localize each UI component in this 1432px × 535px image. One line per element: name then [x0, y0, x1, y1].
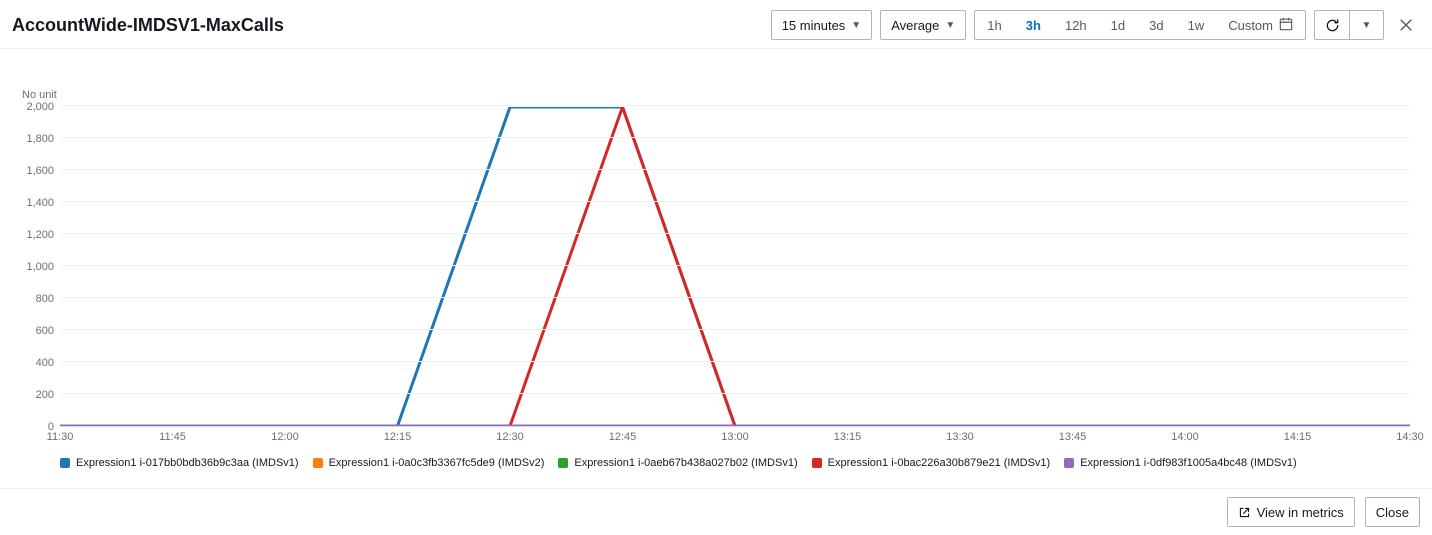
legend-label: Expression1 i-0a0c3fb3367fc5de9 (IMDSv2) — [329, 457, 545, 469]
x-tick: 13:00 — [721, 431, 749, 443]
legend-swatch — [60, 458, 70, 468]
series-line — [60, 107, 1410, 426]
time-range-12h[interactable]: 12h — [1053, 11, 1099, 39]
statistic-dropdown[interactable]: Average ▼ — [880, 10, 966, 40]
y-tick: 400 — [36, 357, 54, 369]
x-tick: 12:30 — [496, 431, 524, 443]
y-tick: 2,000 — [26, 101, 54, 113]
grid-line — [60, 105, 1410, 106]
close-footer-label: Close — [1376, 505, 1409, 520]
legend-item[interactable]: Expression1 i-0bac226a30b879e21 (IMDSv1) — [812, 457, 1051, 469]
time-range-custom[interactable]: Custom — [1216, 11, 1305, 39]
refresh-icon — [1325, 18, 1340, 33]
x-tick: 14:30 — [1396, 431, 1424, 443]
grid-line — [60, 393, 1410, 394]
view-in-metrics-button[interactable]: View in metrics — [1227, 497, 1355, 527]
close-icon — [1399, 18, 1413, 32]
legend-item[interactable]: Expression1 i-017bb0bdb36b9c3aa (IMDSv1) — [60, 457, 299, 469]
x-tick: 12:00 — [271, 431, 299, 443]
footer: View in metrics Close — [0, 488, 1432, 535]
time-range-group: 1h 3h 12h 1d 3d 1w Custom — [974, 10, 1306, 40]
period-label: 15 minutes — [782, 18, 846, 33]
legend-item[interactable]: Expression1 i-0df983f1005a4bc48 (IMDSv1) — [1064, 457, 1296, 469]
legend-label: Expression1 i-017bb0bdb36b9c3aa (IMDSv1) — [76, 457, 299, 469]
time-range-3h[interactable]: 3h — [1014, 11, 1053, 39]
grid-line — [60, 297, 1410, 298]
close-footer-button[interactable]: Close — [1365, 497, 1420, 527]
grid-line — [60, 265, 1410, 266]
view-in-metrics-label: View in metrics — [1257, 505, 1344, 520]
refresh-button[interactable] — [1315, 11, 1349, 39]
plot-area[interactable] — [60, 107, 1410, 427]
close-button[interactable] — [1392, 11, 1420, 39]
y-tick: 200 — [36, 389, 54, 401]
period-dropdown[interactable]: 15 minutes ▼ — [771, 10, 873, 40]
x-tick: 14:00 — [1171, 431, 1199, 443]
y-tick: 1,800 — [26, 133, 54, 145]
grid-line — [60, 361, 1410, 362]
x-tick: 11:30 — [47, 431, 74, 443]
time-range-3d[interactable]: 3d — [1137, 11, 1175, 39]
legend-swatch — [558, 458, 568, 468]
caret-down-icon: ▼ — [851, 20, 861, 31]
y-tick: 1,000 — [26, 261, 54, 273]
external-link-icon — [1238, 506, 1251, 519]
x-tick: 13:30 — [946, 431, 974, 443]
time-range-1d[interactable]: 1d — [1099, 11, 1137, 39]
legend-item[interactable]: Expression1 i-0a0c3fb3367fc5de9 (IMDSv2) — [313, 457, 545, 469]
legend-swatch — [1064, 458, 1074, 468]
y-tick: 1,200 — [26, 229, 54, 241]
refresh-group: ▼ — [1314, 10, 1384, 40]
caret-down-icon: ▼ — [945, 20, 955, 31]
legend-label: Expression1 i-0bac226a30b879e21 (IMDSv1) — [828, 457, 1051, 469]
statistic-label: Average — [891, 18, 939, 33]
x-tick: 12:45 — [609, 431, 637, 443]
chart-area: 02004006008001,0001,2001,4001,6001,8002,… — [22, 107, 1410, 427]
x-axis: 11:3011:4512:0012:1512:3012:4513:0013:15… — [60, 431, 1410, 449]
x-tick: 13:45 — [1059, 431, 1087, 443]
y-axis-label: No unit — [22, 89, 1410, 101]
refresh-options-button[interactable]: ▼ — [1349, 11, 1383, 39]
legend: Expression1 i-017bb0bdb36b9c3aa (IMDSv1)… — [60, 457, 1410, 469]
legend-label: Expression1 i-0df983f1005a4bc48 (IMDSv1) — [1080, 457, 1296, 469]
calendar-icon — [1279, 17, 1293, 34]
chart-lines — [60, 107, 1410, 426]
y-tick: 600 — [36, 325, 54, 337]
x-tick: 12:15 — [384, 431, 412, 443]
x-tick: 13:15 — [834, 431, 862, 443]
page-title: AccountWide-IMDSV1-MaxCalls — [12, 15, 763, 36]
grid-line — [60, 169, 1410, 170]
y-tick: 1,400 — [26, 197, 54, 209]
legend-item[interactable]: Expression1 i-0aeb67b438a027b02 (IMDSv1) — [558, 457, 797, 469]
chart-container: No unit 02004006008001,0001,2001,4001,60… — [0, 49, 1432, 469]
chart-header: AccountWide-IMDSV1-MaxCalls 15 minutes ▼… — [0, 0, 1432, 49]
caret-down-icon: ▼ — [1362, 20, 1372, 31]
y-tick: 800 — [36, 293, 54, 305]
legend-label: Expression1 i-0aeb67b438a027b02 (IMDSv1) — [574, 457, 797, 469]
y-axis: 02004006008001,0001,2001,4001,6001,8002,… — [22, 107, 60, 427]
grid-line — [60, 233, 1410, 234]
grid-line — [60, 137, 1410, 138]
grid-line — [60, 201, 1410, 202]
x-tick: 14:15 — [1284, 431, 1312, 443]
grid-line — [60, 329, 1410, 330]
time-range-1w[interactable]: 1w — [1176, 11, 1217, 39]
time-range-custom-label: Custom — [1228, 18, 1273, 33]
y-tick: 1,600 — [26, 165, 54, 177]
x-tick: 11:45 — [159, 431, 186, 443]
legend-swatch — [313, 458, 323, 468]
legend-swatch — [812, 458, 822, 468]
time-range-1h[interactable]: 1h — [975, 11, 1013, 39]
series-line — [60, 107, 1410, 426]
